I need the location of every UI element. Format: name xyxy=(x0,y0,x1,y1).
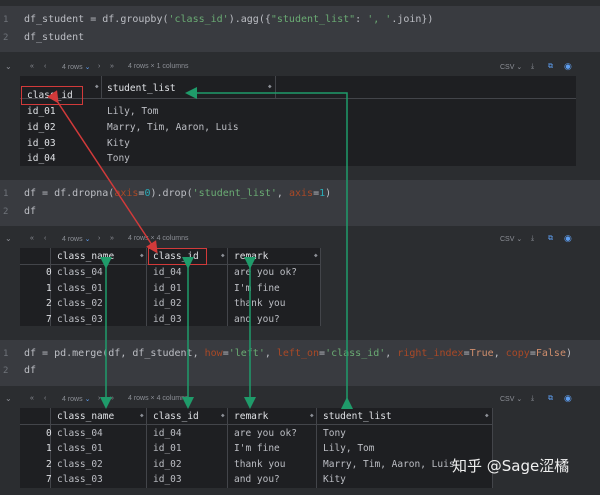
arrow-student-list xyxy=(185,87,353,409)
arrow-class-id-join xyxy=(47,90,158,254)
watermark: 知乎 @Sage涩橘 xyxy=(452,457,570,475)
annotation-arrows xyxy=(47,87,353,409)
